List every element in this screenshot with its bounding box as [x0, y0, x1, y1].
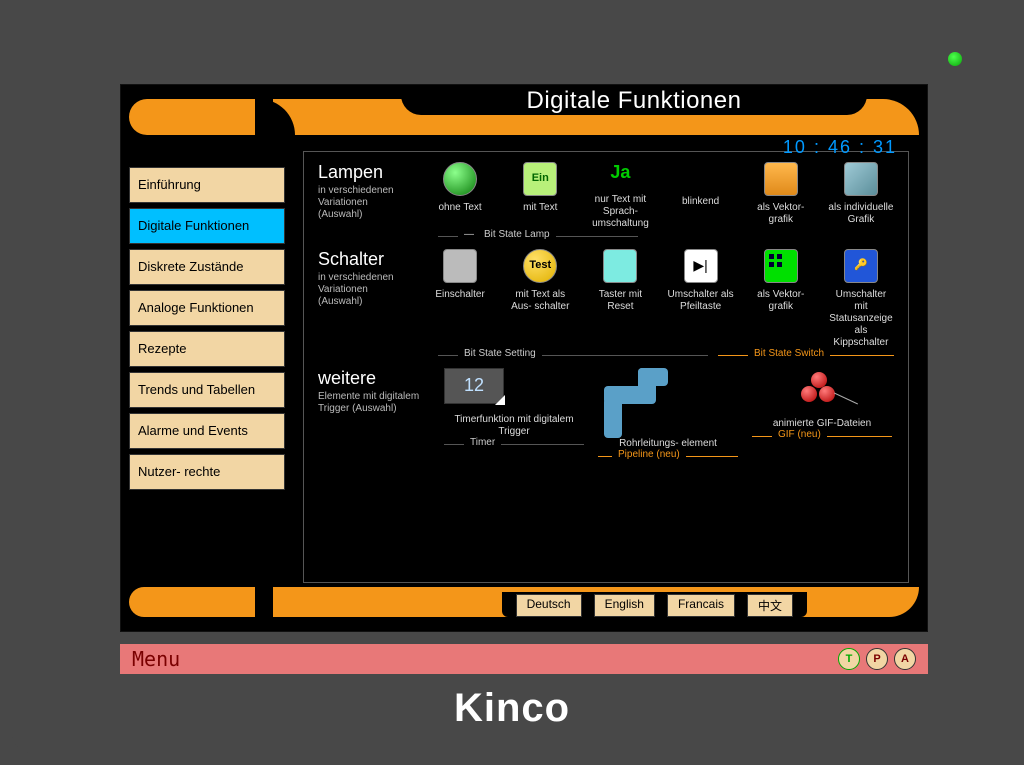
arrow-next-icon: ▶|: [684, 249, 718, 283]
rule-timer: Timer: [464, 437, 501, 449]
lamp-blinking[interactable]: blinkend: [668, 162, 734, 208]
molecule-gif-icon: [797, 368, 847, 418]
section-weitere: weitere Elemente mit digitalem Trigger (…: [318, 368, 894, 457]
grey-button-icon: [443, 249, 477, 283]
lang-zh[interactable]: 中文: [747, 594, 793, 617]
lang-de[interactable]: Deutsch: [516, 594, 582, 617]
lamp-ein-icon: Ein: [523, 162, 557, 196]
lang-fr[interactable]: Francais: [667, 594, 735, 617]
element-timer[interactable]: 12 Timerfunktion mit digitalem Trigger T…: [444, 368, 584, 445]
sidebar-item-digital[interactable]: Digitale Funktionen: [129, 208, 285, 244]
lamp-ja-text: Ja: [587, 162, 653, 184]
switch-arrow[interactable]: ▶| Umschalter als Pfeiltaste: [668, 249, 734, 313]
clock: 10 : 46 : 31: [783, 137, 897, 158]
schalter-subtitle: in verschiedenen Variationen (Auswahl): [318, 272, 413, 308]
sidebar-item-alarms[interactable]: Alarme und Events: [129, 413, 285, 449]
status-t-icon[interactable]: T: [838, 648, 860, 670]
brand-logo: Kinco: [12, 686, 1012, 731]
lampen-subtitle: in verschiedenen Variationen (Auswahl): [318, 185, 413, 221]
lamp-vector[interactable]: als Vektor- grafik: [748, 162, 814, 226]
menu-bar: Menu T P A: [120, 644, 928, 674]
device-frame: Digitale Funktionen 10 : 46 : 31 Einführ…: [12, 12, 1012, 753]
lamp-with-text[interactable]: Ein mit Text: [507, 162, 573, 214]
schalter-title: Schalter: [318, 249, 413, 270]
content-panel: Lampen in verschiedenen Variationen (Aus…: [303, 151, 909, 583]
lamp-green-icon: [443, 162, 477, 196]
key-toggle-icon: 🔑: [844, 249, 878, 283]
sidebar-item-discrete[interactable]: Diskrete Zustände: [129, 249, 285, 285]
sidebar-item-recipes[interactable]: Rezepte: [129, 331, 285, 367]
weitere-subtitle: Elemente mit digitalem Trigger (Auswahl): [318, 391, 430, 415]
rule-gif: GIF (neu): [772, 429, 827, 441]
sidebar-item-intro[interactable]: Einführung: [129, 167, 285, 203]
yellow-test-icon: Test: [523, 249, 557, 283]
menu-button[interactable]: Menu: [132, 647, 180, 671]
lamp-text-only[interactable]: Ja nur Text mit Sprach- umschaltung: [587, 162, 653, 230]
sidebar-item-trends[interactable]: Trends und Tabellen: [129, 372, 285, 408]
switch-toggle-status[interactable]: 🔑 Umschalter mit Statusanzeige als Kipps…: [828, 249, 894, 349]
lang-en[interactable]: English: [594, 594, 655, 617]
status-a-icon[interactable]: A: [894, 648, 916, 670]
page-title: Digitale Funktionen: [401, 87, 867, 115]
element-pipeline[interactable]: Rohrleitungs- element Pipeline (neu): [598, 368, 738, 457]
sidebar-item-analog[interactable]: Analoge Funktionen: [129, 290, 285, 326]
switch-on[interactable]: Einschalter: [427, 249, 493, 301]
rule-bit-state-setting: Bit State Setting: [458, 348, 542, 359]
language-selector: Deutsch English Francais 中文: [502, 592, 807, 617]
orange-square-icon: [764, 162, 798, 196]
glass-panel-icon: [844, 162, 878, 196]
section-schalter: Schalter in verschiedenen Variationen (A…: [318, 249, 894, 356]
element-gif[interactable]: animierte GIF-Dateien GIF (neu): [752, 368, 892, 437]
status-icons: T P A: [838, 648, 916, 670]
lampen-title: Lampen: [318, 162, 413, 183]
timer-value-box: 12: [444, 368, 504, 404]
lamp-no-text[interactable]: ohne Text: [427, 162, 493, 214]
lamp-custom-graphic[interactable]: als individuelle Grafik: [828, 162, 894, 226]
rule-bit-state-lamp: Bit State Lamp: [478, 229, 556, 240]
rule-bit-state-switch: Bit State Switch: [748, 348, 830, 359]
rule-pipeline: Pipeline (neu): [612, 449, 686, 461]
sidebar: Einführung Digitale Funktionen Diskrete …: [129, 167, 285, 490]
weitere-title: weitere: [318, 368, 430, 389]
sidebar-item-users[interactable]: Nutzer- rechte: [129, 454, 285, 490]
screen: Digitale Funktionen 10 : 46 : 31 Einführ…: [120, 84, 928, 632]
section-lampen: Lampen in verschiedenen Variationen (Aus…: [318, 162, 894, 237]
aqua-button-icon: [603, 249, 637, 283]
switch-text-off[interactable]: Test mit Text als Aus- schalter: [507, 249, 573, 313]
switch-pushbutton[interactable]: Taster mit Reset: [587, 249, 653, 313]
pipeline-icon: [598, 368, 668, 438]
power-led: [948, 52, 962, 66]
status-p-icon[interactable]: P: [866, 648, 888, 670]
green-dots-icon: [764, 249, 798, 283]
switch-vector[interactable]: als Vektor- grafik: [748, 249, 814, 313]
